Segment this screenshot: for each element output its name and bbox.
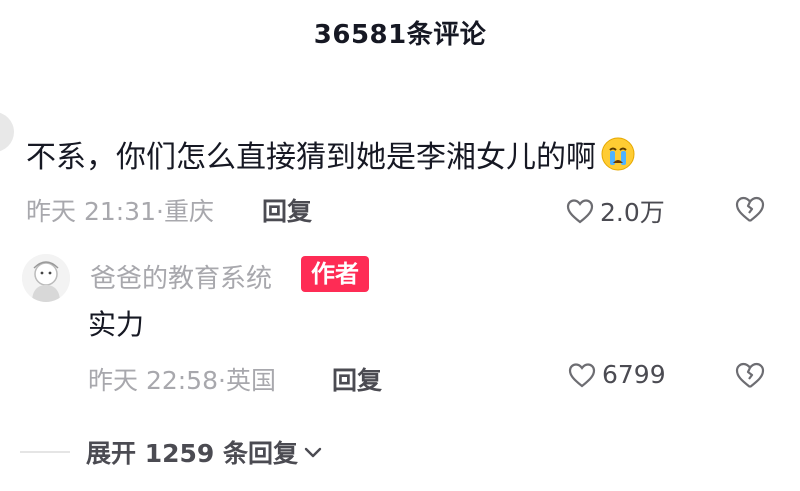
broken-heart-icon[interactable] bbox=[735, 195, 765, 223]
comment-text: 不系，你们怎么直接猜到她是李湘女儿的啊 bbox=[26, 140, 596, 175]
heart-outline-icon bbox=[566, 199, 594, 224]
broken-heart-icon[interactable] bbox=[735, 361, 765, 389]
crying-face-emoji-icon bbox=[601, 137, 635, 171]
reply-reply-button[interactable]: 回复 bbox=[332, 361, 382, 397]
reply-like-button[interactable]: 6799 bbox=[568, 360, 666, 389]
commenter-avatar[interactable] bbox=[0, 112, 14, 152]
expand-replies-label: 展开 1259 条回复 bbox=[86, 439, 298, 468]
expand-replies-button[interactable]: 展开 1259 条回复 bbox=[86, 434, 324, 470]
chevron-down-icon bbox=[304, 447, 322, 458]
reply-author-name[interactable]: 爸爸的教育系统 bbox=[90, 258, 272, 295]
reply-time-location: 昨天 22:58·英国 bbox=[88, 366, 276, 395]
reply-author-avatar[interactable] bbox=[22, 254, 70, 302]
heart-outline-icon bbox=[568, 362, 596, 387]
comment-time-location: 昨天 21:31·重庆 bbox=[26, 197, 214, 226]
author-badge: 作者 bbox=[301, 256, 369, 292]
comments-count-title: 36581条评论 bbox=[313, 20, 487, 50]
reply-like-count: 6799 bbox=[602, 360, 666, 389]
reply-text: 实力 bbox=[88, 308, 145, 341]
comment-like-count: 2.0万 bbox=[600, 198, 665, 227]
comment-like-button[interactable]: 2.0万 bbox=[566, 193, 665, 229]
comment-reply-button[interactable]: 回复 bbox=[262, 192, 312, 228]
comment-body: 不系，你们怎么直接猜到她是李湘女儿的啊 bbox=[26, 132, 636, 176]
expand-divider bbox=[20, 451, 70, 453]
avatar-illustration-icon bbox=[22, 254, 70, 302]
